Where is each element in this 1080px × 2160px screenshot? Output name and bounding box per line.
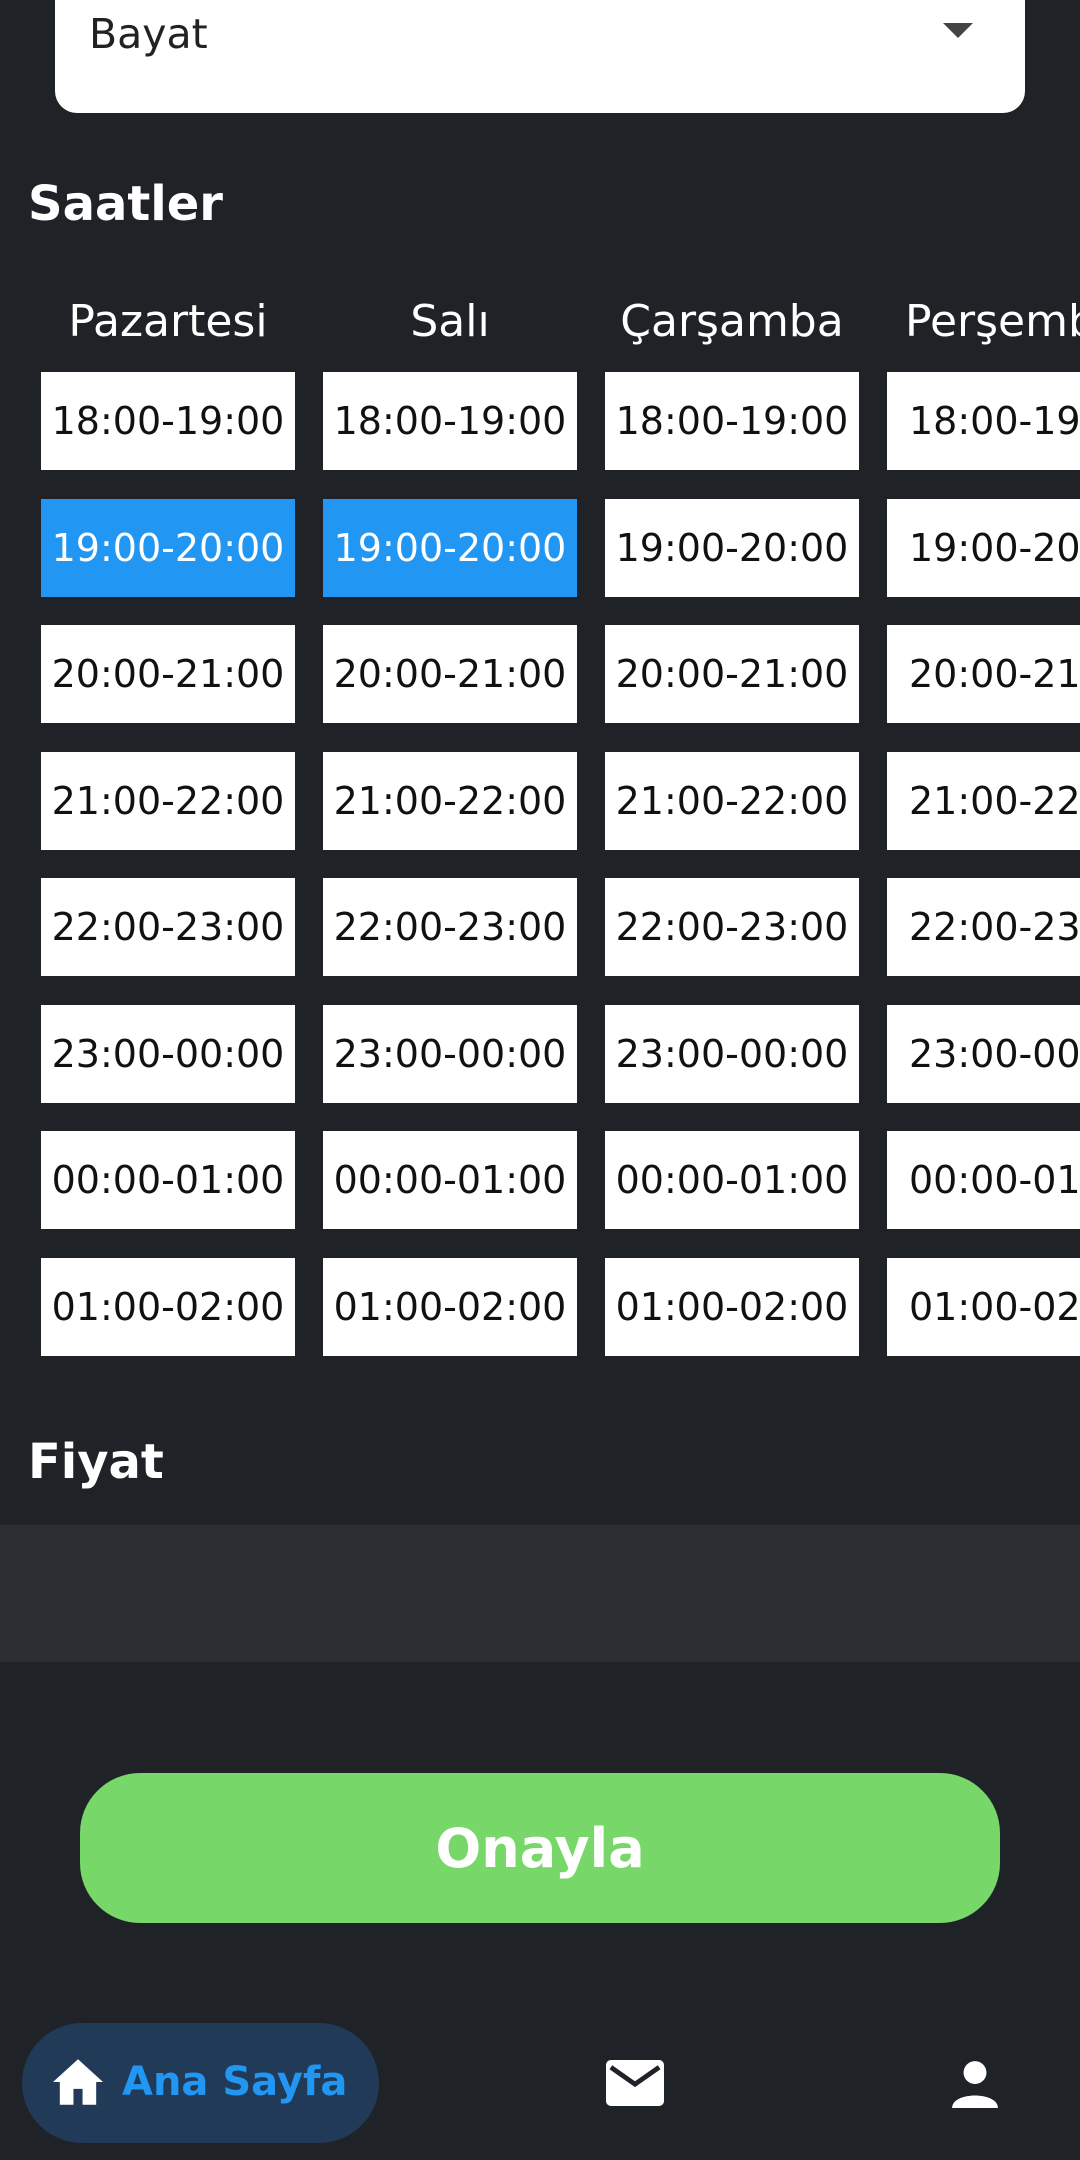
nav-home-label: Ana Sayfa bbox=[122, 2059, 348, 2105]
time-slot-button[interactable]: 00:00-01:00 bbox=[323, 1131, 577, 1229]
time-slot-button[interactable]: 20:00-21:00 bbox=[41, 625, 295, 723]
person-icon bbox=[952, 2061, 998, 2108]
day-name: Çarşamba bbox=[620, 296, 844, 347]
nav-home-button[interactable]: Ana Sayfa bbox=[22, 2023, 379, 2143]
time-slot-button[interactable]: 21:00-22:00 bbox=[323, 751, 577, 850]
time-slot-button[interactable]: 01:00-02:00 bbox=[887, 1257, 1080, 1356]
day-name: Pazartesi bbox=[68, 296, 268, 347]
time-slot-button[interactable]: 19:00-20:00 bbox=[887, 498, 1080, 597]
time-slot-button[interactable]: 18:00-19:00 bbox=[605, 372, 859, 470]
time-slot-button[interactable]: 21:00-22:00 bbox=[41, 751, 295, 850]
location-dropdown[interactable]: Bayat bbox=[55, 0, 1025, 113]
time-slot-button[interactable]: 23:00-00:00 bbox=[323, 1004, 577, 1103]
hours-section-title: Saatler bbox=[28, 176, 223, 232]
time-slot-button[interactable]: 22:00-23:00 bbox=[323, 878, 577, 976]
time-slot-button[interactable]: 18:00-19:00 bbox=[887, 372, 1080, 470]
schedule-grid: Pazartesi 18:00-19:00 19:00-20:00 20:00-21:… bbox=[41, 296, 1080, 1366]
time-slot-button[interactable]: 22:00-23:00 bbox=[41, 878, 295, 976]
time-slot-button[interactable]: 23:00-00:00 bbox=[41, 1004, 295, 1103]
time-slot-button[interactable]: 01:00-02:00 bbox=[605, 1257, 859, 1356]
time-slot-button[interactable]: 21:00-22:00 bbox=[887, 751, 1080, 850]
time-slot-button[interactable]: 23:00-00:00 bbox=[887, 1004, 1080, 1103]
time-slot-button[interactable]: 23:00-00:00 bbox=[605, 1004, 859, 1103]
confirm-button[interactable]: Onayla bbox=[80, 1773, 1000, 1923]
time-slot-button[interactable]: 22:00-23:00 bbox=[605, 878, 859, 976]
time-slot-button[interactable]: 20:00-21:00 bbox=[887, 625, 1080, 723]
mail-icon bbox=[606, 2060, 664, 2106]
nav-messages-button[interactable] bbox=[606, 2060, 664, 2110]
time-slot-button[interactable]: 20:00-21:00 bbox=[323, 625, 577, 723]
time-slot-button[interactable]: 01:00-02:00 bbox=[323, 1257, 577, 1356]
time-slot-button[interactable]: 00:00-01:00 bbox=[887, 1131, 1080, 1229]
time-slot-button[interactable]: 20:00-21:00 bbox=[605, 625, 859, 723]
day-name: Perşembe bbox=[905, 296, 1080, 347]
dropdown-value: Bayat bbox=[89, 10, 208, 58]
time-slot-button[interactable]: 00:00-01:00 bbox=[605, 1131, 859, 1229]
time-slot-button[interactable]: 19:00-20:00 bbox=[605, 498, 859, 597]
time-slot-button[interactable]: 21:00-22:00 bbox=[605, 751, 859, 850]
price-field[interactable] bbox=[0, 1525, 1080, 1662]
day-name: Salı bbox=[410, 296, 490, 347]
time-slot-button[interactable]: 19:00-20:00 bbox=[41, 498, 295, 597]
time-slot-button[interactable]: 18:00-19:00 bbox=[41, 372, 295, 470]
time-slot-button[interactable]: 01:00-02:00 bbox=[41, 1257, 295, 1356]
time-slot-button[interactable]: 18:00-19:00 bbox=[323, 372, 577, 470]
nav-profile-button[interactable] bbox=[950, 2058, 1000, 2112]
home-icon bbox=[53, 2059, 103, 2105]
price-section-title: Fiyat bbox=[28, 1434, 164, 1490]
time-slot-button[interactable]: 22:00-23:00 bbox=[887, 878, 1080, 976]
time-slot-button[interactable]: 00:00-01:00 bbox=[41, 1131, 295, 1229]
bottom-navigation: Ana Sayfa bbox=[0, 2010, 1080, 2160]
caret-down-icon bbox=[943, 23, 973, 38]
time-slot-button[interactable]: 19:00-20:00 bbox=[323, 498, 577, 597]
